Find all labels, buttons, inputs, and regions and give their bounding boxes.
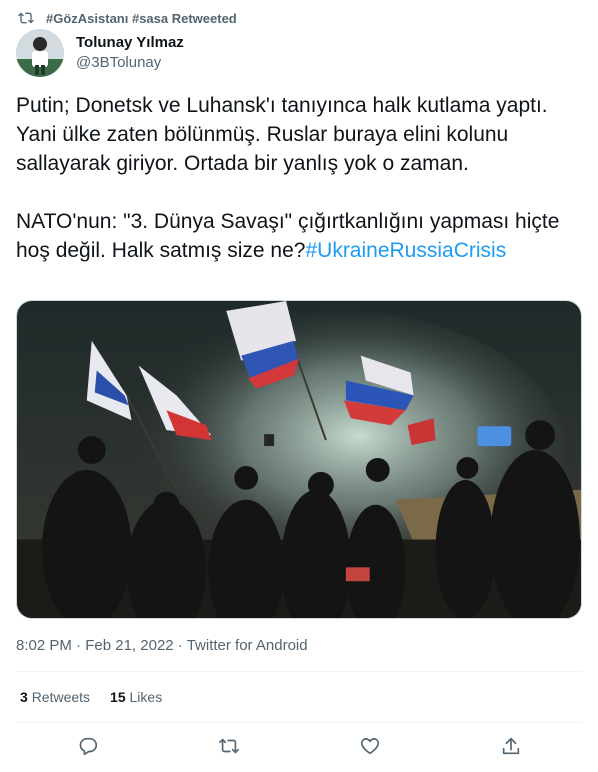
retweet-button[interactable] xyxy=(218,735,240,757)
likes-label: Likes xyxy=(129,689,163,705)
share-button[interactable] xyxy=(500,735,522,757)
tweet-source[interactable]: Twitter for Android xyxy=(187,637,308,654)
retweets-count: 3 xyxy=(20,689,28,705)
action-bar xyxy=(0,735,598,763)
retweets-label: Retweets xyxy=(31,689,91,705)
retweets-stat[interactable]: 3 Retweets xyxy=(20,689,90,705)
tweet-body: Putin; Donetsk ve Luhansk'ı tanıyınca ha… xyxy=(16,94,560,262)
tweet-photo[interactable] xyxy=(16,300,582,619)
share-icon xyxy=(502,737,520,755)
meta-separator: · xyxy=(76,637,82,654)
meta-separator: · xyxy=(177,637,183,654)
tweet-time[interactable]: 8:02 PM xyxy=(16,637,72,654)
likes-stat[interactable]: 15 Likes xyxy=(110,689,162,705)
retweet-banner-text: #GözAsistanı #sasa Retweeted xyxy=(46,10,237,26)
avatar[interactable] xyxy=(16,29,64,77)
tweet-stats: 3 Retweets 15 Likes xyxy=(20,689,162,705)
tweet-meta: 8:02 PM · Feb 21, 2022 · Twitter for And… xyxy=(16,637,308,654)
like-button[interactable] xyxy=(359,735,381,757)
hashtag-link[interactable]: #UkraineRussiaCrisis xyxy=(305,239,506,262)
likes-count: 15 xyxy=(110,689,126,705)
reply-icon xyxy=(79,737,98,756)
author-block: Tolunay Yılmaz @3BTolunay xyxy=(16,29,184,77)
reply-button[interactable] xyxy=(77,735,99,757)
retweet-banner[interactable]: #GözAsistanı #sasa Retweeted xyxy=(18,8,237,28)
retweet-icon xyxy=(219,738,239,754)
like-icon xyxy=(360,738,380,755)
tweet-date[interactable]: Feb 21, 2022 xyxy=(85,637,173,654)
divider xyxy=(16,722,582,723)
author-handle[interactable]: @3BTolunay xyxy=(76,53,184,73)
divider xyxy=(16,671,582,672)
retweet-icon xyxy=(18,12,34,24)
tweet-text: Putin; Donetsk ve Luhansk'ı tanıyınca ha… xyxy=(16,91,588,265)
author-display-name[interactable]: Tolunay Yılmaz xyxy=(76,33,184,53)
